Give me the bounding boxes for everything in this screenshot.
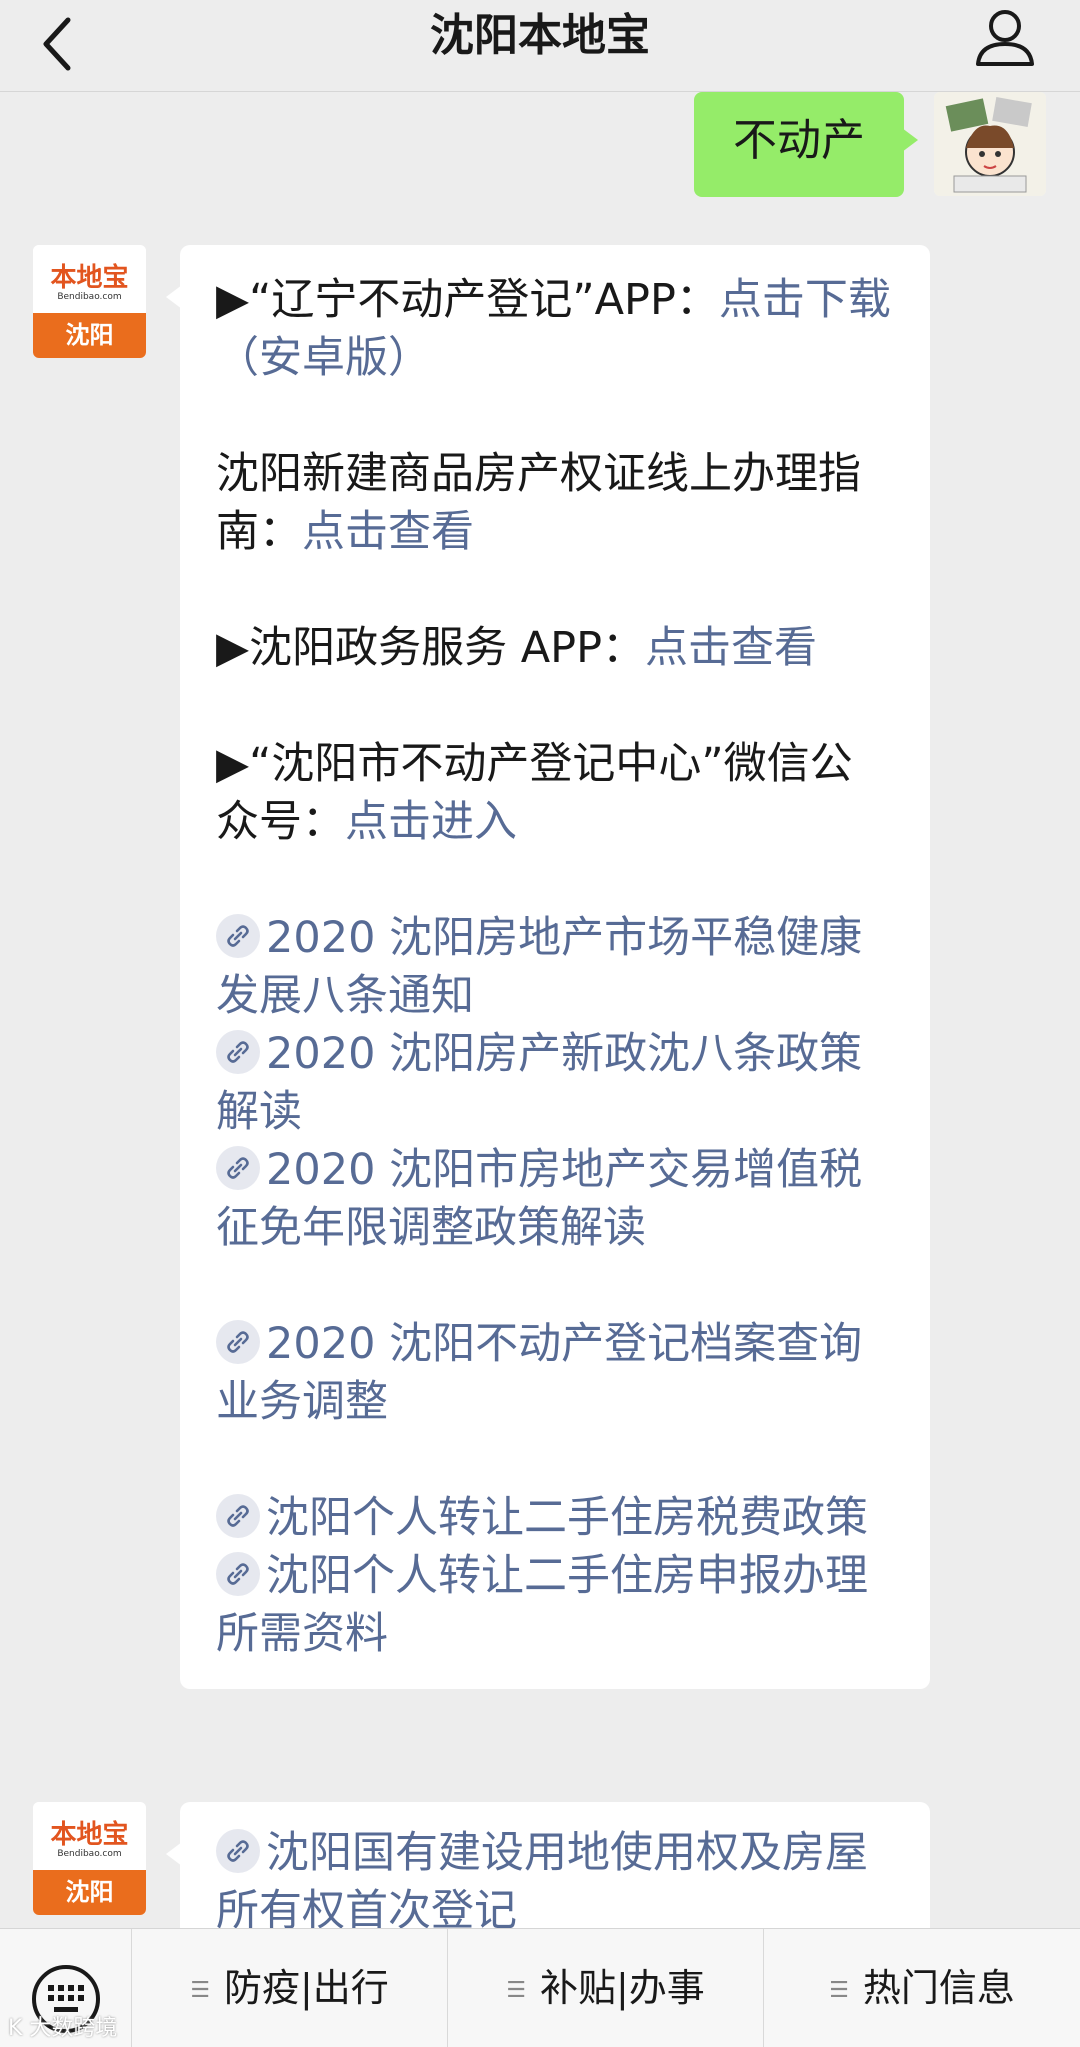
article-link-text: 2020 沈阳房产新政沈八条政策解读 (216, 1029, 863, 1137)
article-link-text: 2020 沈阳不动产登记档案查询业务调整 (216, 1319, 863, 1427)
article-link-text: 沈阳国有建设用地使用权及房屋所有权首次登记 (216, 1828, 868, 1928)
cartoon-avatar-icon (934, 92, 1046, 196)
article-links-group: 2020 沈阳不动产登记档案查询业务调整 (216, 1315, 894, 1431)
avatar-city: 沈阳 (33, 1869, 146, 1915)
article-link[interactable]: 2020 沈阳不动产登记档案查询业务调整 (216, 1315, 894, 1431)
link-icon (216, 1146, 260, 1190)
menu-item-label: 补贴|办事 (539, 1966, 705, 2010)
avatar-domain: Bendibao.com (57, 292, 122, 302)
article-link-text: 2020 沈阳市房地产交易增值税征免年限调整政策解读 (216, 1145, 863, 1253)
article-link[interactable]: 沈阳个人转让二手住房税费政策 (216, 1489, 894, 1547)
chat-title: 沈阳本地宝 (430, 10, 650, 61)
bottom-menu: ☰ 防疫|出行 ☰ 补贴|办事 ☰ 热门信息 (0, 1928, 1080, 2047)
article-link[interactable]: 2020 沈阳房地产市场平稳健康发展八条通知 (216, 909, 894, 1025)
submenu-icon: ☰ (190, 1978, 210, 2003)
profile-icon[interactable] (974, 6, 1036, 68)
chat-header: 沈阳本地宝 (0, 0, 1080, 92)
bot-avatar[interactable]: 本地宝 Bendibao.com 沈阳 (33, 245, 146, 358)
submenu-icon: ☰ (506, 1978, 526, 2003)
guide-paragraph: 沈阳新建商品房产权证线上办理指南：点击查看 (216, 445, 894, 561)
watermark: K 大数跨境 (8, 2016, 118, 2041)
article-links-group: 2020 沈阳房地产市场平稳健康发展八条通知 2020 沈阳房产新政沈八条政策解… (216, 909, 894, 1257)
received-message-bubble: 沈阳国有建设用地使用权及房屋所有权首次登记 (166, 1802, 930, 1928)
avatar-brand: 本地宝 (50, 1820, 129, 1850)
self-avatar[interactable] (934, 92, 1046, 196)
link-icon (216, 1030, 260, 1074)
link-icon (216, 1320, 260, 1364)
submenu-icon: ☰ (829, 1978, 849, 2003)
sent-message-bubble[interactable]: 不动产 (694, 92, 918, 197)
menu-item-subsidy-affairs[interactable]: ☰ 补贴|办事 (448, 1929, 764, 2047)
avatar-brand: 本地宝 (50, 263, 129, 293)
avatar-domain: Bendibao.com (57, 1849, 122, 1859)
gov-app-paragraph: ▶沈阳政务服务 APP：点击查看 (216, 619, 894, 677)
link-icon (216, 1829, 260, 1873)
received-message-bubble: ▶“辽宁不动产登记”APP：点击下载（安卓版） 沈阳新建商品房产权证线上办理指南… (166, 245, 930, 1689)
menu-item-label: 防疫|出行 (223, 1966, 389, 2010)
article-link[interactable]: 沈阳国有建设用地使用权及房屋所有权首次登记 (216, 1824, 894, 1928)
article-link[interactable]: 沈阳个人转让二手住房申报办理所需资料 (216, 1547, 894, 1663)
link-icon (216, 914, 260, 958)
gov-app-label: ▶沈阳政务服务 APP： (216, 623, 646, 673)
avatar-city: 沈阳 (33, 312, 146, 358)
menu-item-hot-info[interactable]: ☰ 热门信息 (764, 1929, 1080, 2047)
menu-item-epidemic-travel[interactable]: ☰ 防疫|出行 (132, 1929, 448, 2047)
link-icon (216, 1494, 260, 1538)
message-list[interactable]: 不动产 本地宝 Bendibao.com 沈阳 ▶“辽宁不动产登记”APP：点击… (0, 92, 1080, 1928)
wechat-paragraph: ▶“沈阳市不动产登记中心”微信公众号：点击进入 (216, 735, 894, 851)
guide-link[interactable]: 点击查看 (302, 507, 474, 557)
wechat-link[interactable]: 点击进入 (345, 797, 517, 847)
bot-avatar[interactable]: 本地宝 Bendibao.com 沈阳 (33, 1802, 146, 1915)
article-link-text: 沈阳个人转让二手住房申报办理所需资料 (216, 1551, 868, 1659)
menu-item-label: 热门信息 (862, 1966, 1015, 2010)
article-link[interactable]: 2020 沈阳房产新政沈八条政策解读 (216, 1025, 894, 1141)
link-icon (216, 1552, 260, 1596)
article-link[interactable]: 2020 沈阳市房地产交易增值税征免年限调整政策解读 (216, 1141, 894, 1257)
app-label: ▶“辽宁不动产登记”APP： (216, 275, 719, 325)
wechat-label: ▶“沈阳市不动产登记中心”微信公众号： (216, 739, 853, 847)
app-paragraph: ▶“辽宁不动产登记”APP：点击下载（安卓版） (216, 271, 894, 387)
article-link-text: 沈阳个人转让二手住房税费政策 (266, 1493, 868, 1543)
article-link-text: 2020 沈阳房地产市场平稳健康发展八条通知 (216, 913, 863, 1021)
gov-app-link[interactable]: 点击查看 (645, 623, 817, 673)
article-links-group: 沈阳个人转让二手住房税费政策 沈阳个人转让二手住房申报办理所需资料 (216, 1489, 894, 1663)
